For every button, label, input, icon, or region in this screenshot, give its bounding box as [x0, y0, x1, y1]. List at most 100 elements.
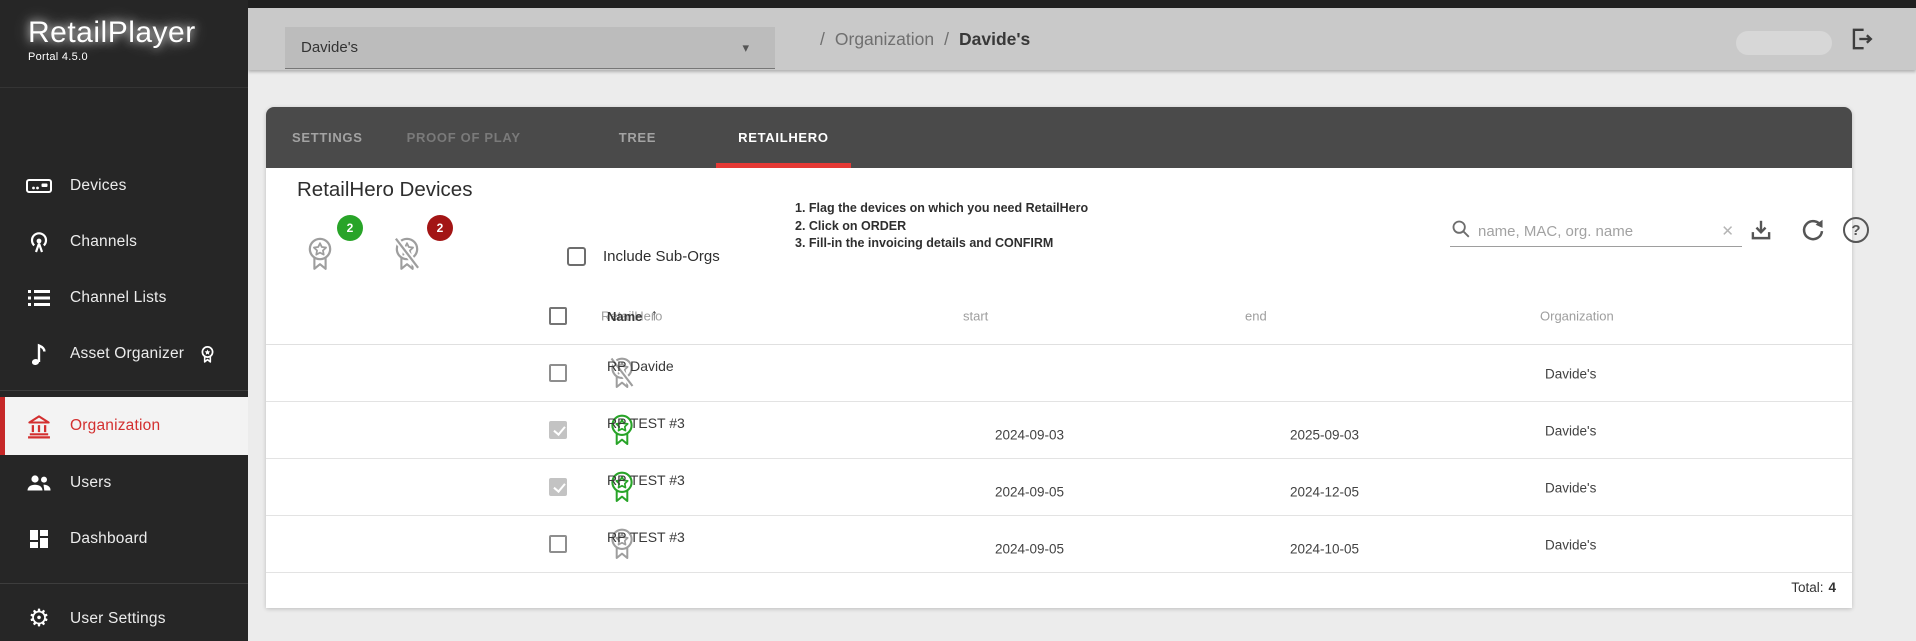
sidebar-item-organization[interactable]: Organization: [0, 397, 248, 455]
table-header-row: RetailHero Name ↑ start end Organization: [266, 288, 1852, 345]
sidebar-item-label: Asset Organizer: [70, 345, 184, 363]
table-row: RP TEST #3 2024-09-05 2024-10-05 Davide'…: [266, 516, 1852, 573]
caret-down-icon: ▾: [742, 40, 749, 56]
sidebar-item-dashboard[interactable]: Dashboard: [0, 511, 248, 567]
sidebar-nav: Devices Channels Channel Lists Asset Org…: [0, 158, 248, 567]
retailhero-panel-body: RetailHero Devices 2 2 Include Sub-Orgs …: [266, 168, 1852, 608]
logout-icon[interactable]: [1848, 25, 1876, 53]
column-end: end: [1245, 309, 1267, 324]
device-name: RP TEST #3: [607, 529, 685, 545]
row-checkbox-checked-disabled[interactable]: [549, 478, 567, 496]
sidebar-item-label: Organization: [70, 417, 160, 435]
sidebar-item-user-settings[interactable]: ⚙ User Settings: [0, 591, 248, 641]
gear-icon: ⚙: [24, 604, 54, 634]
column-start: start: [963, 309, 988, 324]
top-strip: [0, 0, 1916, 8]
sidebar-item-channel-lists[interactable]: Channel Lists: [0, 270, 248, 326]
sidebar-item-label: Dashboard: [70, 530, 148, 548]
inactive-count-badge: 2: [427, 215, 453, 241]
organization-name: Davide's: [1545, 367, 1596, 382]
end-date: 2024-12-05: [1290, 485, 1359, 500]
download-icon[interactable]: [1748, 217, 1776, 245]
channels-icon: [24, 227, 54, 257]
refresh-icon[interactable]: [1800, 217, 1828, 245]
sidebar-item-label: User Settings: [70, 610, 166, 628]
header-bar: Davide's ▾ / Organization / Davide's: [248, 8, 1916, 70]
loading-pill: [1736, 31, 1832, 55]
sidebar-item-asset-organizer[interactable]: Asset Organizer: [0, 326, 248, 382]
retailhero-inactive-medal-icon: [390, 236, 424, 277]
search-field: ✕: [1450, 216, 1742, 247]
breadcrumb-separator: /: [820, 29, 825, 50]
device-name: RP Davide: [607, 358, 674, 374]
devices-icon: [24, 171, 54, 201]
sort-ascending-icon: ↑: [650, 307, 658, 325]
end-date: 2025-09-03: [1290, 428, 1359, 443]
organization-name: Davide's: [1545, 424, 1596, 439]
select-all-checkbox[interactable]: [549, 307, 567, 325]
end-date: 2024-10-05: [1290, 542, 1359, 557]
app-logo: RetailPlayer: [28, 16, 248, 50]
clear-search-icon[interactable]: ✕: [1713, 222, 1742, 240]
instructions: 1. Flag the devices on which you need Re…: [795, 200, 1088, 253]
table-row: RP TEST #3 2024-09-03 2025-09-03 Davide'…: [266, 402, 1852, 459]
sidebar-item-label: Devices: [70, 177, 127, 195]
total-value: 4: [1828, 580, 1836, 595]
device-name: RP TEST #3: [607, 415, 685, 431]
search-input[interactable]: [1472, 223, 1713, 240]
breadcrumb-current: Davide's: [959, 29, 1030, 50]
tab-tree[interactable]: TREE: [597, 107, 678, 168]
instruction-line: 3. Fill-in the invoicing details and CON…: [795, 235, 1088, 253]
tab-retailhero[interactable]: RETAILHERO: [716, 107, 851, 168]
dashboard-icon: [24, 524, 54, 554]
breadcrumb-separator: /: [944, 29, 949, 50]
search-icon: [1450, 218, 1472, 245]
sidebar-item-channels[interactable]: Channels: [0, 214, 248, 270]
include-suborgs-row: Include Sub-Orgs: [567, 247, 720, 266]
list-icon: [24, 283, 54, 313]
tab-bar: SETTINGS PROOF OF PLAY TREE RETAILHERO: [266, 107, 1852, 168]
help-icon[interactable]: ?: [1843, 217, 1869, 243]
sidebar-item-label: Channel Lists: [70, 289, 167, 307]
table-total: Total:4: [1791, 580, 1836, 595]
table-row: RP Davide Davide's: [266, 345, 1852, 402]
sidebar-item-devices[interactable]: Devices: [0, 158, 248, 214]
active-count-badge: 2: [337, 215, 363, 241]
start-date: 2024-09-05: [995, 485, 1064, 500]
instruction-line: 2. Click on ORDER: [795, 218, 1088, 236]
app-version: Portal 4.5.0: [28, 51, 248, 63]
sidebar-item-label: Users: [70, 474, 111, 492]
column-organization: Organization: [1540, 309, 1614, 324]
app-window: RetailPlayer Portal 4.5.0 Devices Channe…: [0, 0, 1916, 641]
sidebar-footer: ⚙ User Settings: [0, 583, 248, 641]
medal-icon-small: [192, 339, 222, 369]
logo-block: RetailPlayer Portal 4.5.0: [0, 0, 248, 88]
organization-select[interactable]: Davide's ▾: [285, 27, 775, 69]
tab-settings[interactable]: SETTINGS: [270, 107, 385, 168]
start-date: 2024-09-05: [995, 542, 1064, 557]
sidebar-item-users[interactable]: Users: [0, 455, 248, 511]
nav-divider: [0, 390, 248, 391]
table-row: RP TEST #3 2024-09-05 2024-12-05 Davide'…: [266, 459, 1852, 516]
organization-icon: [24, 411, 54, 441]
users-icon: [24, 468, 54, 498]
retailhero-active-medal-icon: [303, 236, 337, 277]
include-suborgs-checkbox[interactable]: [567, 247, 586, 266]
organization-name: Davide's: [1545, 538, 1596, 553]
sidebar-item-label: Channels: [70, 233, 137, 251]
include-suborgs-label: Include Sub-Orgs: [603, 248, 720, 265]
row-checkbox-checked-disabled[interactable]: [549, 421, 567, 439]
column-name-sort[interactable]: Name ↑: [607, 307, 658, 325]
organization-panel: SETTINGS PROOF OF PLAY TREE RETAILHERO R…: [266, 107, 1852, 608]
breadcrumb: / Organization / Davide's: [820, 8, 1030, 70]
row-checkbox[interactable]: [549, 364, 567, 382]
breadcrumb-organization[interactable]: Organization: [835, 29, 934, 50]
instruction-line: 1. Flag the devices on which you need Re…: [795, 200, 1088, 218]
start-date: 2024-09-03: [995, 428, 1064, 443]
row-checkbox[interactable]: [549, 535, 567, 553]
organization-select-value: Davide's: [301, 39, 358, 56]
music-note-icon: [24, 339, 54, 369]
sidebar: RetailPlayer Portal 4.5.0 Devices Channe…: [0, 0, 248, 641]
device-name: RP TEST #3: [607, 472, 685, 488]
tab-proof-of-play[interactable]: PROOF OF PLAY: [385, 107, 543, 168]
